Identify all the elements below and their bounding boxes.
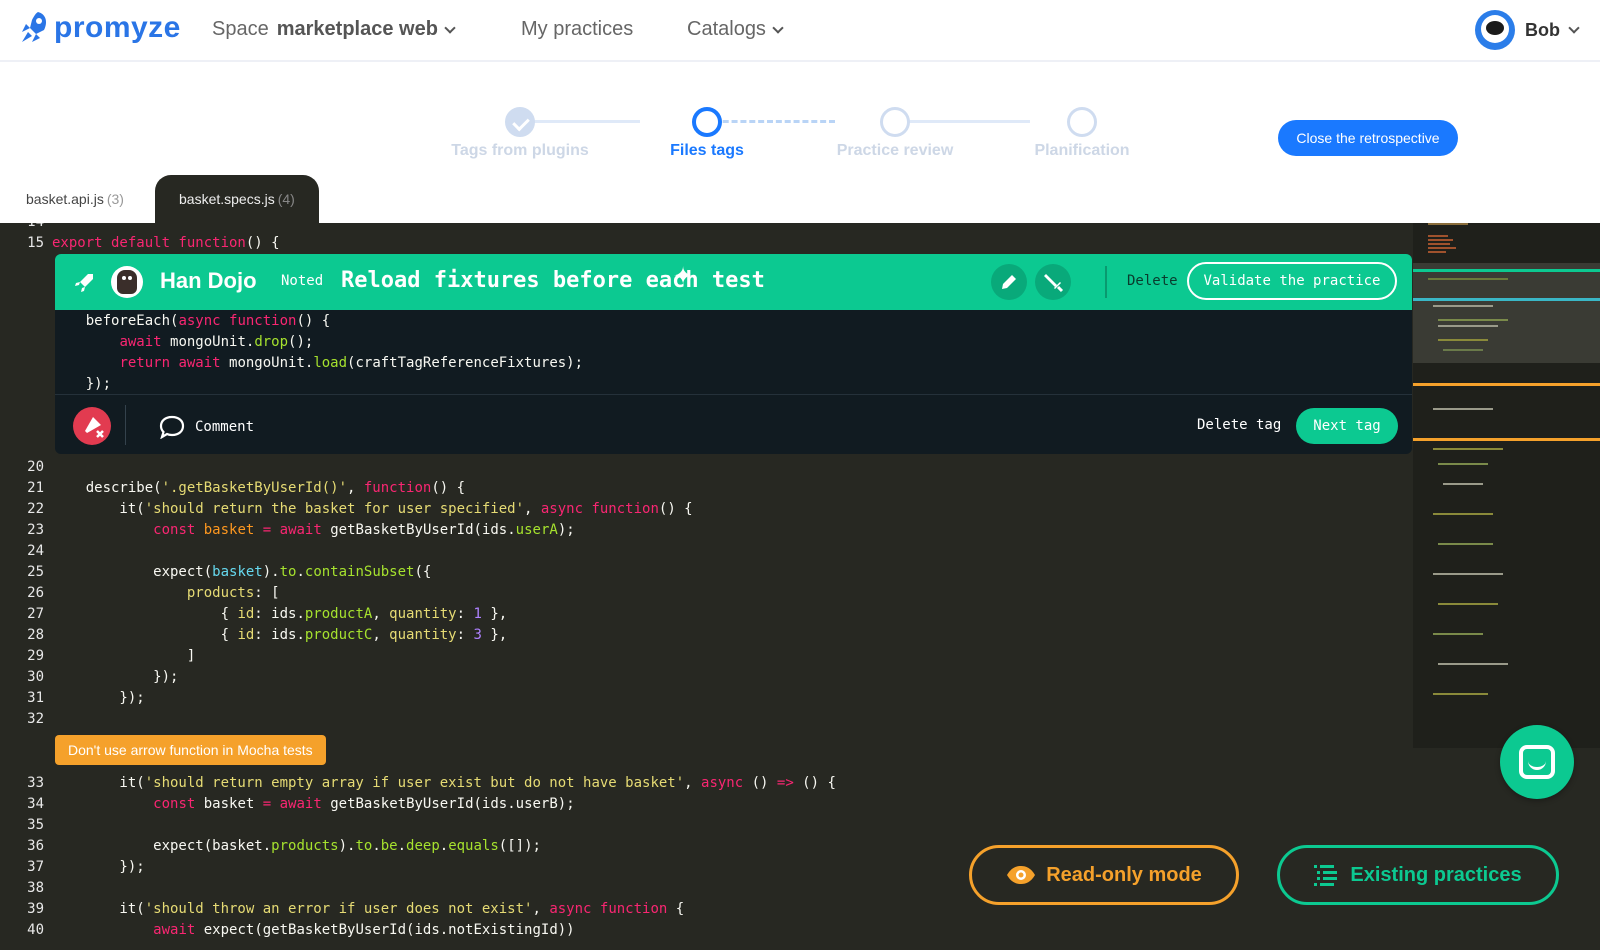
practice-author: Han Dojo: [160, 268, 257, 293]
code-line: 33 it('should return empty array if user…: [27, 775, 836, 791]
tab-count: (3): [106, 191, 124, 207]
step-connector: [520, 120, 640, 123]
retrospective-stepper: Tags from plugins Files tags Practice re…: [440, 100, 1140, 170]
close-retrospective-button[interactable]: Close the retrospective: [1278, 120, 1458, 156]
step-files-tags[interactable]: [692, 107, 722, 137]
tab-basket-api[interactable]: basket.api.js (3): [2, 175, 148, 223]
space-name: marketplace web: [276, 18, 438, 40]
code-line: 16 beforeEach(async function() {: [55, 313, 331, 329]
code-line: 28 { id: ids.productC, quantity: 3 },: [27, 627, 508, 643]
code-line: 39 it('should throw an error if user doe…: [27, 901, 685, 917]
warning-badge[interactable]: Don't use arrow function in Mocha tests: [55, 735, 326, 765]
practice-tag-panel: Han Dojo Noted Reload fixtures before ea…: [55, 254, 1412, 454]
code-line: 15 export default function() {: [27, 235, 280, 251]
code-line: 38: [27, 880, 44, 896]
code-line: 18 return await mongoUnit.load(craftTagR…: [119, 355, 584, 371]
promyze-logo[interactable]: promyze: [18, 8, 181, 48]
step-label: Files tags: [670, 142, 744, 159]
code-line: 30 });: [27, 669, 179, 685]
code-line: 36 expect(basket.products).to.be.deep.eq…: [27, 838, 541, 854]
pencil-icon: [1002, 275, 1016, 289]
code-line: 19 });: [55, 376, 112, 392]
author-avatar: [111, 266, 143, 298]
chevron-down-icon: [444, 21, 456, 34]
eye-icon: [1007, 866, 1036, 884]
top-navbar: promyze Space marketplace web My practic…: [0, 0, 1600, 62]
code-line: 32: [27, 711, 44, 727]
practice-title: Reload fixtures before each test: [341, 268, 765, 293]
code-minimap[interactable]: [1413, 223, 1600, 748]
tab-count: (4): [277, 191, 295, 207]
space-prefix: Space: [212, 18, 269, 40]
code-line: 31 });: [27, 690, 145, 706]
footer-divider: [125, 405, 126, 445]
code-line: 14: [0, 223, 52, 232]
code-line: 25 expect(basket).to.containSubset({: [27, 564, 432, 580]
list-icon: [1314, 865, 1338, 886]
practice-header: Han Dojo Noted Reload fixtures before ea…: [55, 254, 1412, 310]
avatar: [1475, 10, 1515, 50]
code-line: 26 products: [: [27, 585, 280, 601]
read-only-mode-button[interactable]: Read-only mode: [969, 845, 1239, 905]
step-tags-from-plugins[interactable]: [505, 107, 535, 137]
nav-my-practices-label: My practices: [521, 18, 634, 40]
code-line: 34 const basket = await getBasketByUserI…: [27, 796, 575, 812]
sparkle-icon: ✦: [673, 263, 694, 290]
user-menu[interactable]: Bob: [1475, 10, 1580, 50]
delete-practice-link[interactable]: Delete: [1127, 273, 1178, 289]
comment-label: Comment: [195, 419, 255, 435]
code-line: 22 it('should return the basket for user…: [27, 501, 693, 517]
brand-name: promyze: [54, 11, 181, 44]
step-connector: [890, 120, 1030, 123]
code-line: 21 describe('.getBasketByUserId()', func…: [27, 480, 466, 496]
pin-badge-icon[interactable]: [73, 407, 111, 445]
nav-my-practices[interactable]: My practices: [521, 18, 633, 41]
chevron-down-icon: [1568, 22, 1580, 34]
tab-filename: basket.specs.js: [179, 191, 275, 207]
rocket-icon: [22, 12, 46, 42]
comment-button[interactable]: Comment: [159, 415, 254, 439]
rocket-icon: [75, 274, 93, 292]
code-line: 29 ]: [27, 648, 196, 664]
pin-icon: [85, 417, 104, 438]
code-line: 35: [27, 817, 44, 833]
practice-footer: Comment Delete tag Next tag: [55, 394, 1412, 454]
step-label: Practice review: [836, 142, 954, 159]
code-line: 40 await expect(getBasketByUserId(ids.no…: [27, 922, 575, 938]
practice-status: Noted: [281, 273, 324, 289]
tab-basket-specs[interactable]: basket.specs.js (4): [155, 175, 319, 223]
code-line: 27 { id: ids.productA, quantity: 1 },: [27, 606, 508, 622]
nav-catalogs[interactable]: Catalogs: [687, 18, 784, 41]
step-planification[interactable]: [1067, 107, 1097, 137]
chat-support-button[interactable]: [1500, 725, 1574, 799]
nav-catalogs-label: Catalogs: [687, 18, 766, 40]
code-line: 23 const basket = await getBasketByUserI…: [27, 522, 575, 538]
chat-icon: [1519, 745, 1555, 779]
existing-practices-button[interactable]: Existing practices: [1277, 845, 1559, 905]
step-connector: [705, 120, 835, 123]
user-name: Bob: [1525, 19, 1560, 40]
validate-practice-button[interactable]: Validate the practice: [1187, 262, 1397, 300]
tab-filename: basket.api.js: [26, 191, 104, 207]
speech-bubble-icon: [159, 415, 185, 439]
next-tag-button[interactable]: Next tag: [1296, 408, 1398, 444]
sword-button[interactable]: [1035, 264, 1071, 300]
chevron-down-icon: [772, 21, 784, 34]
step-label: Tags from plugins: [451, 142, 589, 159]
code-line: 17 await mongoUnit.drop();: [119, 334, 314, 350]
delete-tag-link[interactable]: Delete tag: [1197, 417, 1281, 433]
code-line: 37 });: [27, 859, 145, 875]
edit-button[interactable]: [991, 264, 1027, 300]
header-divider: [1105, 266, 1107, 298]
existing-practices-label: Existing practices: [1350, 863, 1522, 886]
space-selector[interactable]: Space marketplace web: [212, 18, 456, 41]
step-label: Planification: [1034, 142, 1130, 159]
sword-icon: [1044, 274, 1064, 293]
code-line: 20: [27, 459, 44, 475]
read-only-mode-label: Read-only mode: [1046, 863, 1202, 886]
code-line: 24: [27, 543, 44, 559]
step-practice-review[interactable]: [880, 107, 910, 137]
